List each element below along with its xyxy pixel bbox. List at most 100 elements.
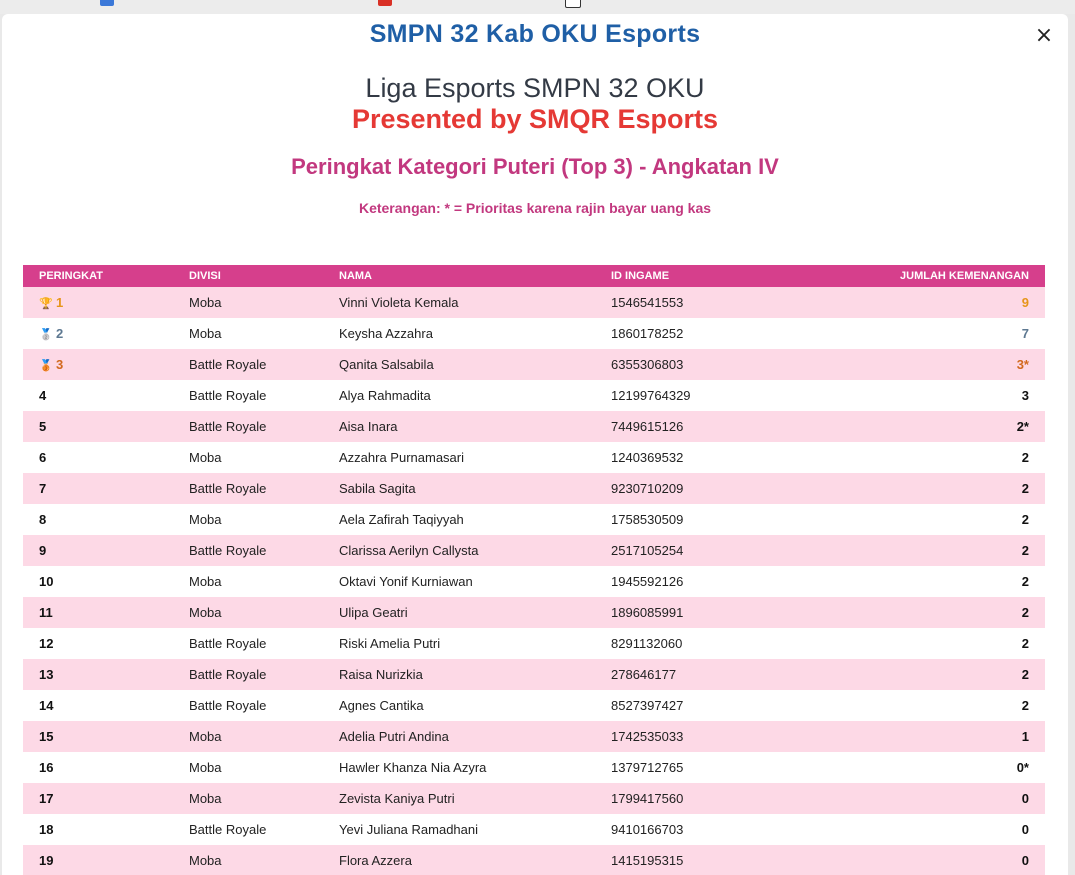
- ingame-id-cell: 9230710209: [595, 473, 831, 504]
- table-row: 6 Moba Azzahra Purnamasari 1240369532 2: [23, 442, 1045, 473]
- rank-number: 9: [39, 543, 47, 558]
- name-cell: Qanita Salsabila: [323, 349, 595, 380]
- table-header-row: PERINGKAT DIVISI NAMA ID INGAME JUMLAH K…: [23, 265, 1045, 287]
- rank-number: 11: [39, 605, 53, 620]
- column-header-division: DIVISI: [173, 265, 323, 287]
- table-row: 14 Battle Royale Agnes Cantika 8527397427 2: [23, 690, 1045, 721]
- rank-cell: 18: [23, 814, 173, 845]
- table-row: 16 Moba Hawler Khanza Nia Azyra 1379712765 0…: [23, 752, 1045, 783]
- modal-header: SMPN 32 Kab OKU Esports Liga Esports SMP…: [2, 14, 1068, 217]
- column-header-wins: JUMLAH KEMENANGAN: [831, 265, 1045, 287]
- ingame-id-cell: 1546541553: [595, 287, 831, 318]
- category-title: Peringkat Kategori Puteri (Top 3) - Angk…: [291, 154, 779, 179]
- league-title: Liga Esports SMPN 32 OKU: [365, 73, 705, 103]
- ingame-id-cell: 1896085991: [595, 597, 831, 628]
- rank-cell: 16: [23, 752, 173, 783]
- table-row: 5 Battle Royale Aisa Inara 7449615126 2*: [23, 411, 1045, 442]
- rank-cell: 🥈 2: [23, 318, 173, 349]
- medal-icon: 🥈: [39, 329, 53, 341]
- division-cell: Battle Royale: [173, 814, 323, 845]
- rank-cell: 7: [23, 473, 173, 504]
- wins-cell: 0: [831, 845, 1045, 875]
- rank-number: 4: [39, 388, 47, 403]
- wins-cell: 2: [831, 597, 1045, 628]
- table-row: 10 Moba Oktavi Yonif Kurniawan 1945592126 2: [23, 566, 1045, 597]
- rank-cell: 4: [23, 380, 173, 411]
- ingame-id-cell: 2517105254: [595, 535, 831, 566]
- division-cell: Moba: [173, 783, 323, 814]
- name-cell: Oktavi Yonif Kurniawan: [323, 566, 595, 597]
- bookmark-icon[interactable]: [378, 0, 392, 6]
- name-cell: Alya Rahmadita: [323, 380, 595, 411]
- division-cell: Moba: [173, 845, 323, 875]
- rank-number: 6: [39, 450, 47, 465]
- division-cell: Moba: [173, 318, 323, 349]
- ingame-id-cell: 278646177: [595, 659, 831, 690]
- name-cell: Keysha Azzahra: [323, 318, 595, 349]
- rank-cell: 🥉 3: [23, 349, 173, 380]
- browser-bookmarks-bar: [0, 0, 1075, 14]
- wins-cell: 2: [831, 442, 1045, 473]
- rank-number: 15: [39, 729, 54, 744]
- table-row: 11 Moba Ulipa Geatri 1896085991 2: [23, 597, 1045, 628]
- ingame-id-cell: 1240369532: [595, 442, 831, 473]
- table-row: 19 Moba Flora Azzera 1415195315 0: [23, 845, 1045, 875]
- ranking-table: PERINGKAT DIVISI NAMA ID INGAME JUMLAH K…: [23, 265, 1045, 875]
- close-icon[interactable]: ×: [1032, 24, 1056, 48]
- ingame-id-cell: 7449615126: [595, 411, 831, 442]
- table-row: 9 Battle Royale Clarissa Aerilyn Callysta 2…: [23, 535, 1045, 566]
- wins-cell: 2: [831, 659, 1045, 690]
- wins-cell: 2: [831, 566, 1045, 597]
- rank-number: 2: [56, 326, 64, 341]
- ingame-id-cell: 12199764329: [595, 380, 831, 411]
- rank-cell: 8: [23, 504, 173, 535]
- ingame-id-cell: 1799417560: [595, 783, 831, 814]
- division-cell: Battle Royale: [173, 349, 323, 380]
- rank-number: 5: [39, 419, 47, 434]
- name-cell: Zevista Kaniya Putri: [323, 783, 595, 814]
- division-cell: Moba: [173, 442, 323, 473]
- table-row: 18 Battle Royale Yevi Juliana Ramadhani 941…: [23, 814, 1045, 845]
- name-cell: Azzahra Purnamasari: [323, 442, 595, 473]
- rank-cell: 11: [23, 597, 173, 628]
- rank-number: 19: [39, 853, 54, 868]
- name-cell: Clarissa Aerilyn Callysta: [323, 535, 595, 566]
- column-header-rank: PERINGKAT: [23, 265, 173, 287]
- wins-cell: 7: [831, 318, 1045, 349]
- medal-icon: 🥉: [39, 360, 53, 372]
- division-cell: Battle Royale: [173, 535, 323, 566]
- ranking-table-body: 🏆 1 Moba Vinni Violeta Kemala 1546541553 9 🥈 2 M…: [23, 287, 1045, 875]
- division-cell: Battle Royale: [173, 380, 323, 411]
- rank-number: 12: [39, 636, 54, 651]
- table-row: 7 Battle Royale Sabila Sagita 9230710209 2: [23, 473, 1045, 504]
- rank-number: 13: [39, 667, 54, 682]
- presented-by: Presented by SMQR Esports: [351, 104, 719, 134]
- rank-number: 10: [39, 574, 54, 589]
- wins-cell: 3*: [831, 349, 1045, 380]
- site-title: SMPN 32 Kab OKU Esports: [369, 20, 701, 48]
- bookmark-icon[interactable]: [565, 0, 581, 8]
- division-cell: Moba: [173, 566, 323, 597]
- division-cell: Battle Royale: [173, 659, 323, 690]
- ingame-id-cell: 1415195315: [595, 845, 831, 875]
- division-cell: Battle Royale: [173, 628, 323, 659]
- wins-cell: 1: [831, 721, 1045, 752]
- division-cell: Battle Royale: [173, 690, 323, 721]
- rank-cell: 17: [23, 783, 173, 814]
- rank-number: 7: [39, 481, 47, 496]
- rank-cell: 15: [23, 721, 173, 752]
- division-cell: Moba: [173, 752, 323, 783]
- leaderboard-modal: × SMPN 32 Kab OKU Esports Liga Esports S…: [2, 14, 1068, 875]
- wins-cell: 0: [831, 783, 1045, 814]
- rank-cell: 19: [23, 845, 173, 875]
- name-cell: Yevi Juliana Ramadhani: [323, 814, 595, 845]
- rank-number: 17: [39, 791, 54, 806]
- ingame-id-cell: 1742535033: [595, 721, 831, 752]
- ingame-id-cell: 1945592126: [595, 566, 831, 597]
- rank-cell: 13: [23, 659, 173, 690]
- name-cell: Raisa Nurizkia: [323, 659, 595, 690]
- wins-cell: 0: [831, 814, 1045, 845]
- division-cell: Moba: [173, 721, 323, 752]
- bookmark-icon[interactable]: [100, 0, 114, 6]
- legend-note: Keterangan: * = Prioritas karena rajin b…: [358, 200, 712, 216]
